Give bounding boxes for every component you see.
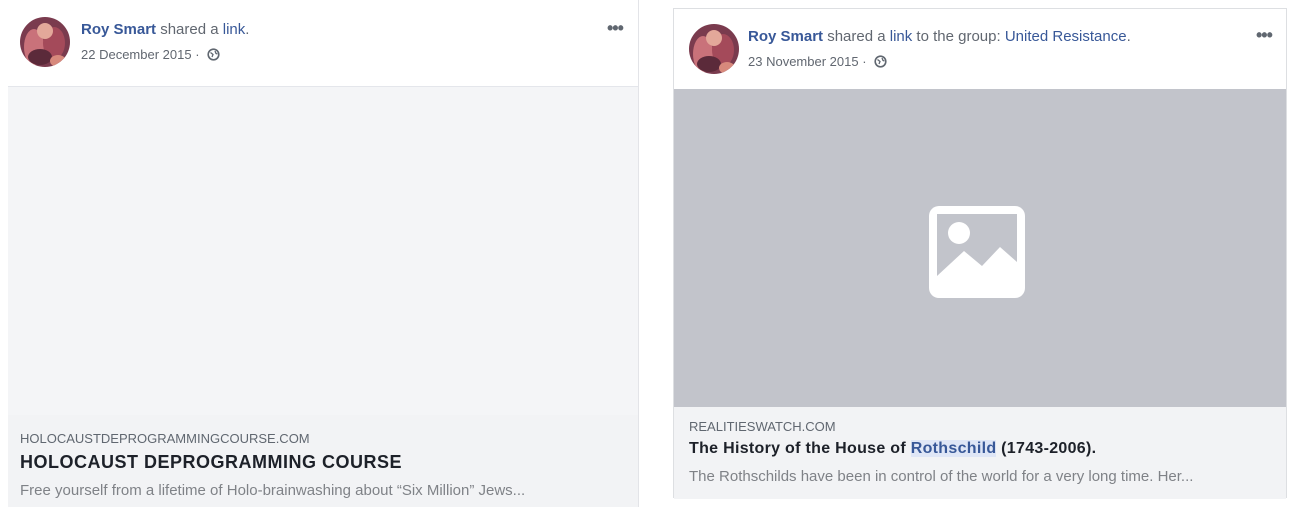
more-options-button[interactable]: ••• (1256, 25, 1273, 46)
image-placeholder-icon (929, 206, 1025, 298)
post-card: Roy Smart shared a link to the group: Un… (673, 8, 1287, 499)
link-title[interactable]: The History of the House of Rothschild (… (689, 440, 1096, 458)
group-link[interactable]: United Resistance (1005, 28, 1127, 45)
action-suffix: . (245, 21, 250, 38)
shared-link[interactable]: link (890, 28, 913, 45)
post-meta: 23 November 2015 · (748, 54, 887, 71)
search-highlight: Rothschild (910, 440, 997, 457)
link-description: The Rothschilds have been in control of … (689, 468, 1194, 485)
author-link[interactable]: Roy Smart (81, 21, 156, 38)
link-preview-caption[interactable]: REALITIESWATCH.COM The History of the Ho… (674, 407, 1286, 499)
post-date[interactable]: 23 November 2015 (748, 54, 859, 69)
action-text: shared a (160, 21, 223, 38)
link-title-part: (1743-2006). (996, 440, 1097, 457)
link-preview-caption[interactable]: HOLOCAUSTDEPROGRAMMINGCOURSE.COM HOLOCAU… (8, 415, 638, 507)
link-preview-image[interactable] (8, 86, 638, 416)
action-suffix: . (1126, 28, 1131, 45)
post-card: Roy Smart shared a link. 22 December 201… (8, 0, 639, 507)
avatar[interactable] (20, 17, 70, 67)
post-headline: Roy Smart shared a link. (81, 21, 249, 38)
post-date[interactable]: 22 December 2015 (81, 47, 192, 62)
post-headline: Roy Smart shared a link to the group: Un… (748, 28, 1131, 45)
action-middle: to the group: (912, 28, 1005, 45)
shared-link[interactable]: link (223, 21, 246, 38)
link-preview-image[interactable] (674, 89, 1286, 407)
date-separator: · (191, 47, 204, 62)
globe-icon[interactable] (207, 48, 220, 64)
link-domain: REALITIESWATCH.COM (689, 419, 836, 434)
post-meta: 22 December 2015 · (81, 47, 220, 64)
link-title-part: The History of the House of (689, 440, 911, 457)
avatar[interactable] (689, 24, 739, 74)
more-options-button[interactable]: ••• (607, 18, 624, 39)
link-domain: HOLOCAUSTDEPROGRAMMINGCOURSE.COM (20, 431, 310, 446)
globe-icon[interactable] (874, 55, 887, 71)
date-separator: · (858, 54, 871, 69)
action-text: shared a (827, 28, 890, 45)
author-link[interactable]: Roy Smart (748, 28, 823, 45)
link-description: Free yourself from a lifetime of Holo-br… (20, 482, 526, 499)
link-title[interactable]: HOLOCAUST DEPROGRAMMING COURSE (20, 452, 402, 473)
